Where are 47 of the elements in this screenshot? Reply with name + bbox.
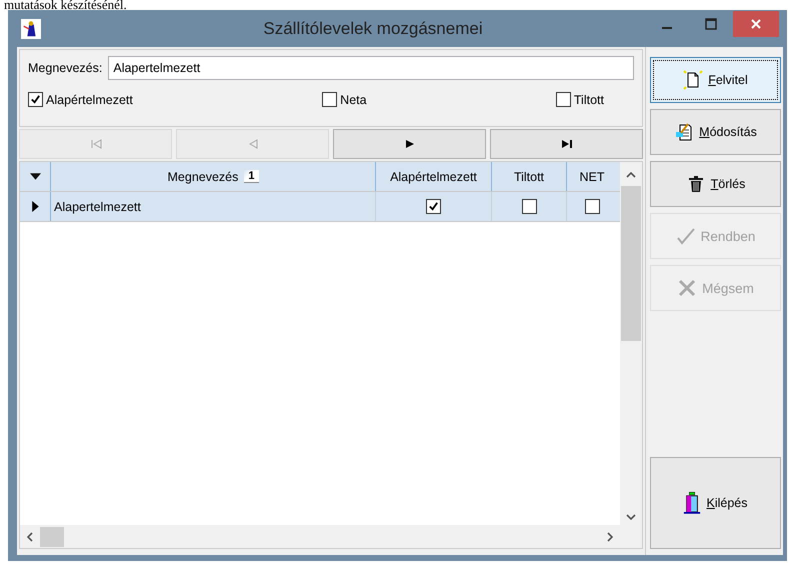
cross-icon xyxy=(677,278,698,298)
skip-icon xyxy=(560,139,572,149)
skip-icon xyxy=(90,139,102,149)
checkbox-label: Tiltott xyxy=(574,92,604,106)
name-field[interactable]: Alapertelmezett xyxy=(108,56,634,80)
checkbox[interactable] xyxy=(556,92,571,107)
scroll-thumb[interactable] xyxy=(40,526,64,546)
triangle-icon xyxy=(246,139,258,149)
column-header[interactable]: Megnevezés 1 xyxy=(51,162,376,191)
current-row-icon xyxy=(32,201,38,212)
checkbox[interactable] xyxy=(28,92,43,107)
cell-checkbox[interactable] xyxy=(522,199,536,214)
cell-checkbox[interactable] xyxy=(584,199,600,214)
scroll-thumb[interactable] xyxy=(621,186,641,341)
exit-button[interactable]: Kilépés xyxy=(650,457,781,549)
scroll-right-icon[interactable] xyxy=(607,532,613,542)
delete-button[interactable]: Törlés xyxy=(650,161,781,207)
page-text: mutatások készítésénél. xyxy=(3,0,128,10)
cell-checkbox[interactable] xyxy=(426,199,441,214)
triangle-icon xyxy=(404,139,416,149)
table-cell: Alapertelmezett xyxy=(54,200,141,214)
close-icon xyxy=(750,18,762,30)
window-title: Szállítólevelek mozgásnemei xyxy=(262,18,484,38)
checkbox[interactable] xyxy=(322,92,338,107)
checkmark-icon xyxy=(676,226,696,246)
dropdown-triangle-icon xyxy=(30,173,40,180)
scroll-left-icon[interactable] xyxy=(27,532,33,542)
edit-document-icon xyxy=(674,122,694,142)
new-button[interactable]: Felvitel xyxy=(650,57,781,103)
checkbox-label: Neta xyxy=(340,92,367,106)
minimize-icon xyxy=(662,26,672,28)
edit-button[interactable]: Módosítás xyxy=(650,109,781,155)
new-document-icon xyxy=(683,70,704,90)
column-header[interactable]: Tiltott xyxy=(492,162,567,191)
horizontal-scrollbar[interactable] xyxy=(20,525,620,548)
column-header[interactable]: NET xyxy=(567,162,617,191)
checkbox-label: Alapértelmezett xyxy=(46,92,133,106)
sort-badge: 1 xyxy=(244,170,258,183)
name-label: Megnevezés: xyxy=(28,61,102,75)
app-icon xyxy=(21,18,41,38)
scroll-down-icon[interactable] xyxy=(626,514,636,520)
door-exit-icon xyxy=(683,491,702,515)
maximize-icon xyxy=(705,18,717,30)
scroll-up-icon[interactable] xyxy=(626,172,636,178)
column-header[interactable]: Alapértelmezett xyxy=(376,162,492,191)
vertical-scrollbar[interactable] xyxy=(620,162,642,548)
close-button[interactable] xyxy=(733,10,779,36)
